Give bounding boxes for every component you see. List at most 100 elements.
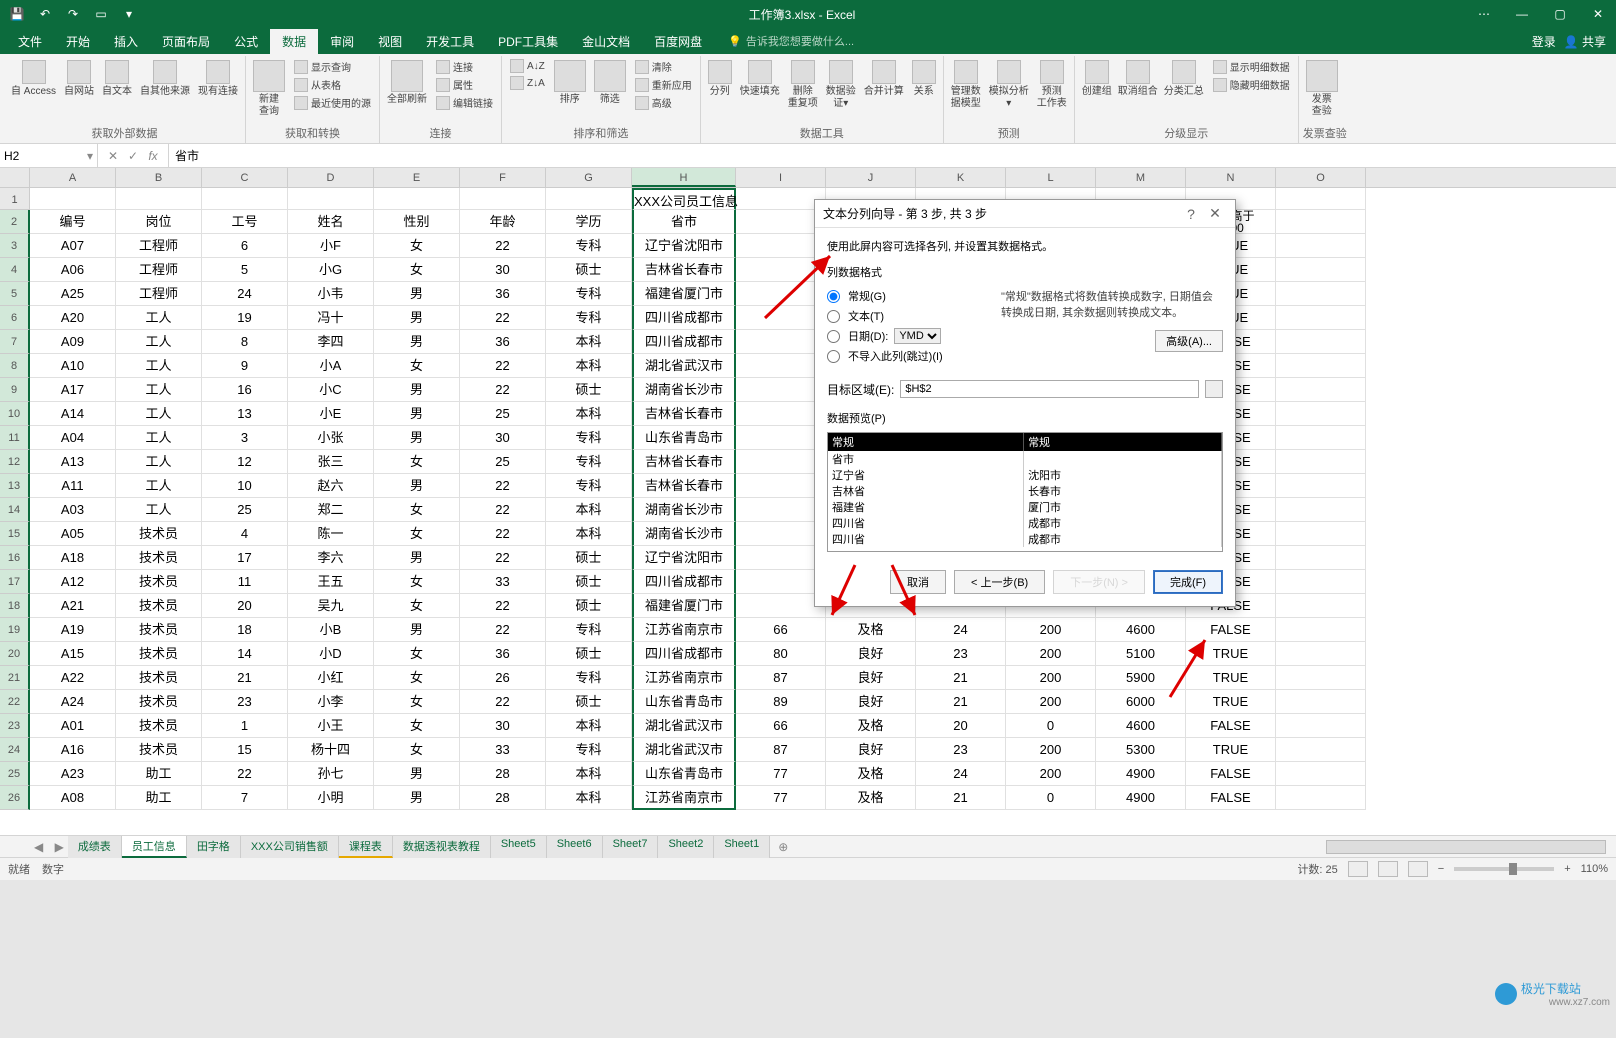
- date-format-select[interactable]: YMD: [894, 328, 941, 344]
- cell[interactable]: [736, 258, 826, 282]
- fx-icon[interactable]: fx: [144, 149, 162, 163]
- sheet-tab-XXX公司销售额[interactable]: XXX公司销售额: [241, 836, 339, 858]
- tab-插入[interactable]: 插入: [102, 29, 150, 54]
- cell[interactable]: 4900: [1096, 786, 1186, 810]
- cell[interactable]: 张三: [288, 450, 374, 474]
- cell[interactable]: [736, 354, 826, 378]
- login-link[interactable]: 登录: [1532, 33, 1556, 50]
- cell[interactable]: 工人: [116, 426, 202, 450]
- cell[interactable]: 专科: [546, 234, 632, 258]
- cell[interactable]: 专科: [546, 426, 632, 450]
- ribbon-模拟分析▾[interactable]: 模拟分析 ▾: [986, 58, 1032, 112]
- radio-general[interactable]: [827, 290, 840, 303]
- cell[interactable]: 小韦: [288, 282, 374, 306]
- sheet-tab-田字格[interactable]: 田字格: [187, 836, 241, 858]
- header-cell[interactable]: 岗位: [116, 210, 202, 234]
- undo-icon[interactable]: ↶: [36, 5, 54, 23]
- cell[interactable]: 22: [460, 234, 546, 258]
- qat-new-icon[interactable]: ▭: [92, 5, 110, 23]
- cell[interactable]: [1276, 714, 1366, 738]
- cell[interactable]: [1276, 378, 1366, 402]
- cell[interactable]: [1276, 234, 1366, 258]
- tab-审阅[interactable]: 审阅: [318, 29, 366, 54]
- cell[interactable]: 33: [460, 738, 546, 762]
- cell[interactable]: 工人: [116, 330, 202, 354]
- cell[interactable]: 女: [374, 570, 460, 594]
- cell[interactable]: A14: [30, 402, 116, 426]
- cell[interactable]: 技术员: [116, 522, 202, 546]
- ribbon-连接[interactable]: 连接: [432, 58, 497, 75]
- cell[interactable]: 本科: [546, 714, 632, 738]
- cell[interactable]: 及格: [826, 618, 916, 642]
- cell[interactable]: 福建省厦门市: [632, 594, 736, 618]
- cell[interactable]: 66: [736, 618, 826, 642]
- cell[interactable]: 吉林省长春市: [632, 474, 736, 498]
- cell[interactable]: 200: [1006, 690, 1096, 714]
- cell[interactable]: 良好: [826, 666, 916, 690]
- cell[interactable]: 25: [460, 450, 546, 474]
- cell[interactable]: 专科: [546, 474, 632, 498]
- cell[interactable]: FALSE: [1186, 762, 1276, 786]
- cell[interactable]: 工人: [116, 354, 202, 378]
- cell[interactable]: 22: [460, 354, 546, 378]
- cell[interactable]: 6: [202, 234, 288, 258]
- cell[interactable]: 工人: [116, 402, 202, 426]
- cell[interactable]: 专科: [546, 282, 632, 306]
- col-header-K[interactable]: K: [916, 168, 1006, 187]
- cell[interactable]: A08: [30, 786, 116, 810]
- cell[interactable]: [1276, 474, 1366, 498]
- cell[interactable]: A24: [30, 690, 116, 714]
- cell[interactable]: 7: [202, 786, 288, 810]
- col-header-O[interactable]: O: [1276, 168, 1366, 187]
- cell[interactable]: 专科: [546, 738, 632, 762]
- row-header[interactable]: 4: [0, 258, 30, 282]
- row-header[interactable]: 1: [0, 188, 30, 210]
- cell[interactable]: 小B: [288, 618, 374, 642]
- cell[interactable]: 24: [202, 282, 288, 306]
- row-header[interactable]: 13: [0, 474, 30, 498]
- invoice-check-button[interactable]: 发票 查验: [1303, 58, 1341, 120]
- tab-PDF工具集[interactable]: PDF工具集: [486, 29, 570, 54]
- col-header-B[interactable]: B: [116, 168, 202, 187]
- cell[interactable]: TRUE: [1186, 690, 1276, 714]
- cell[interactable]: 小D: [288, 642, 374, 666]
- cell[interactable]: 28: [460, 786, 546, 810]
- view-pagelayout-button[interactable]: [1378, 861, 1398, 877]
- cell[interactable]: 3: [202, 426, 288, 450]
- cell[interactable]: 湖北省武汉市: [632, 738, 736, 762]
- cell[interactable]: 山东省青岛市: [632, 426, 736, 450]
- cell[interactable]: 20: [916, 714, 1006, 738]
- sheet-nav-prev-icon[interactable]: ◀: [30, 840, 47, 854]
- cell[interactable]: 本科: [546, 330, 632, 354]
- view-normal-button[interactable]: [1348, 861, 1368, 877]
- cell[interactable]: 小E: [288, 402, 374, 426]
- cell[interactable]: 山东省青岛市: [632, 690, 736, 714]
- cell[interactable]: 福建省厦门市: [632, 282, 736, 306]
- ribbon-自 Access[interactable]: 自 Access: [8, 58, 59, 100]
- cell[interactable]: 男: [374, 786, 460, 810]
- enter-formula-icon[interactable]: ✓: [124, 149, 142, 163]
- cell[interactable]: 男: [374, 546, 460, 570]
- row-header[interactable]: 16: [0, 546, 30, 570]
- cell[interactable]: 李四: [288, 330, 374, 354]
- cell[interactable]: 22: [460, 618, 546, 642]
- tab-file[interactable]: 文件: [6, 29, 54, 54]
- row-header[interactable]: 6: [0, 306, 30, 330]
- cell[interactable]: 及格: [826, 762, 916, 786]
- cell[interactable]: 硕士: [546, 690, 632, 714]
- cell[interactable]: 23: [916, 738, 1006, 762]
- radio-text-label[interactable]: 文本(T): [848, 308, 884, 324]
- cell[interactable]: 4600: [1096, 618, 1186, 642]
- cell[interactable]: A22: [30, 666, 116, 690]
- cell[interactable]: [736, 594, 826, 618]
- cell[interactable]: 赵六: [288, 474, 374, 498]
- cell[interactable]: 助工: [116, 762, 202, 786]
- cell[interactable]: 工人: [116, 378, 202, 402]
- cell[interactable]: [1276, 738, 1366, 762]
- ribbon-预测工作表[interactable]: 预测 工作表: [1034, 58, 1070, 112]
- cell[interactable]: 小红: [288, 666, 374, 690]
- title-cell[interactable]: [202, 188, 288, 210]
- cell[interactable]: 四川省成都市: [632, 330, 736, 354]
- cell[interactable]: 26: [460, 666, 546, 690]
- title-cell[interactable]: [374, 188, 460, 210]
